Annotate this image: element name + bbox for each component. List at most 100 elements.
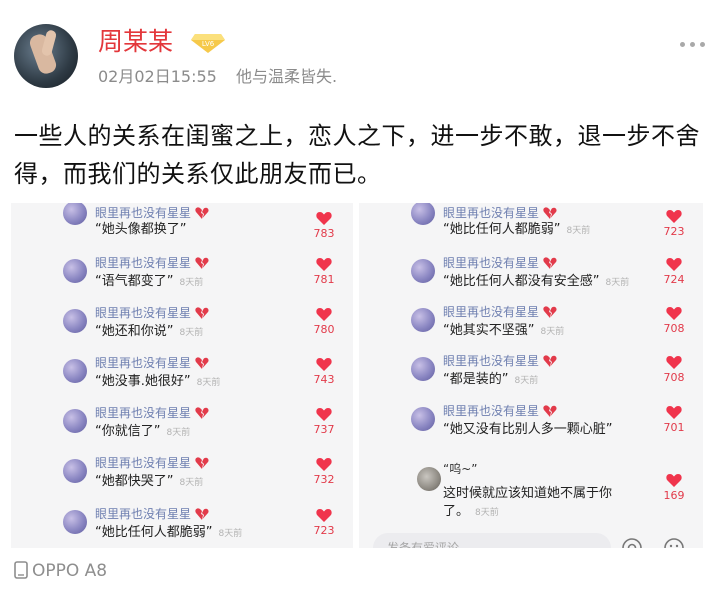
heart-icon [666, 474, 682, 487]
broken-heart-icon [195, 508, 209, 520]
heart-icon [316, 358, 332, 371]
comment-text: “她比任何人都脆弱” 8天前 [95, 525, 243, 540]
like-button[interactable]: 701 [659, 405, 689, 435]
post-source[interactable]: 他与温柔皆失. [236, 67, 337, 86]
broken-heart-icon [195, 257, 209, 269]
like-button[interactable]: 737 [309, 407, 339, 437]
emoji-icon[interactable] [663, 537, 685, 548]
commenter-avatar [63, 409, 87, 433]
commenter-avatar [411, 357, 435, 381]
commenter-name: 眼里再也没有星星 [443, 403, 557, 419]
comment-text: “她都快哭了” 8天前 [95, 474, 204, 489]
commenter-avatar [63, 359, 87, 383]
commenter-name: 眼里再也没有星星 [443, 255, 557, 271]
device-name: OPPO A8 [32, 561, 108, 581]
like-button[interactable]: 723 [309, 508, 339, 538]
like-button[interactable]: 780 [309, 307, 339, 337]
broken-heart-icon [195, 307, 209, 319]
commenter-name: “呜~” [443, 462, 478, 476]
list-item: 眼里再也没有星星 “都是装的” 8天前 708 [359, 351, 703, 399]
comment-text: “她比任何人都脆弱” 8天前 [443, 222, 591, 237]
vip-badge-text: LV6 [202, 40, 215, 48]
commenter-name: 眼里再也没有星星 [95, 355, 209, 371]
comment-screenshot-right[interactable]: 眼里再也没有星星 “她比任何人都脆弱” 8天前 723 眼里再也没有星星 “她比任… [359, 203, 703, 548]
comment-text: “她还和你说” 8天前 [95, 324, 204, 339]
at-icon[interactable] [621, 537, 643, 548]
comment-text: “都是装的” 8天前 [443, 372, 539, 387]
list-item: “呜~” 这时候就应该知道她不属于你 了。 8天前 169 [359, 457, 703, 527]
phone-icon [14, 561, 28, 579]
commenter-name: 眼里再也没有星星 [443, 205, 557, 221]
heart-icon [316, 308, 332, 321]
like-button[interactable]: 781 [309, 257, 339, 287]
like-button[interactable]: 169 [659, 473, 689, 503]
commenter-avatar [63, 510, 87, 534]
like-button[interactable]: 724 [659, 257, 689, 287]
commenter-avatar [411, 203, 435, 225]
post-content: 一些人的关系在闺蜜之上，恋人之下，进一步不敢，退一步不舍得，而我们的关系仅此朋友… [14, 122, 700, 188]
broken-heart-icon [195, 457, 209, 469]
heart-icon [666, 210, 682, 223]
heart-icon [666, 307, 682, 320]
heart-icon [666, 356, 682, 369]
username[interactable]: 周某某 [98, 27, 173, 57]
broken-heart-icon [543, 257, 557, 269]
broken-heart-icon [195, 207, 209, 219]
list-item: 眼里再也没有星星 “她都快哭了” 8天前 732 [11, 453, 353, 501]
comment-text: “你就信了” 8天前 [95, 424, 191, 439]
commenter-name: 眼里再也没有星星 [95, 305, 209, 321]
comment-text-line2: 了。 8天前 [443, 504, 499, 519]
reply-input[interactable]: 发条有爱评论 [373, 533, 611, 548]
heart-icon [666, 258, 682, 271]
broken-heart-icon [543, 355, 557, 367]
comment-text: “她其实不坚强” 8天前 [443, 323, 565, 338]
list-item: 眼里再也没有星星 “语气都变了” 8天前 781 [11, 253, 353, 301]
commenter-name: 眼里再也没有星星 [95, 205, 209, 221]
comment-text: “她没事.她很好” 8天前 [95, 374, 221, 389]
list-item: 眼里再也没有星星 “她其实不坚强” 8天前 708 [359, 302, 703, 350]
commenter-avatar [411, 259, 435, 283]
list-item: 眼里再也没有星星 “她还和你说” 8天前 780 [11, 303, 353, 351]
comment-text: “语气都变了” 8天前 [95, 274, 204, 289]
commenter-name: 眼里再也没有星星 [95, 506, 209, 522]
comment-text: 这时候就应该知道她不属于你 [443, 486, 613, 501]
commenter-name: 眼里再也没有星星 [95, 455, 209, 471]
broken-heart-icon [195, 407, 209, 419]
commenter-avatar [411, 407, 435, 431]
commenter-avatar [417, 467, 441, 491]
heart-icon [666, 406, 682, 419]
list-item: 眼里再也没有星星 “你就信了” 8天前 737 [11, 403, 353, 451]
post-meta: 02月02日15:55 他与温柔皆失. [98, 66, 337, 88]
like-button[interactable]: 708 [659, 306, 689, 336]
broken-heart-icon [543, 405, 557, 417]
broken-heart-icon [543, 306, 557, 318]
commenter-name: 眼里再也没有星星 [443, 353, 557, 369]
list-item: 眼里再也没有星星 “她又没有比别人多一颗心脏” 701 [359, 401, 703, 449]
heart-icon [316, 408, 332, 421]
heart-icon [316, 458, 332, 471]
commenter-avatar [63, 459, 87, 483]
list-item: 眼里再也没有星星 “她比任何人都脆弱” 8天前 723 [359, 203, 703, 251]
like-button[interactable]: 732 [309, 457, 339, 487]
like-button[interactable]: 708 [659, 355, 689, 385]
heart-icon [316, 509, 332, 522]
comment-text: “她又没有比别人多一颗心脏” [443, 422, 613, 437]
commenter-name: 眼里再也没有星星 [95, 255, 209, 271]
comment-text: “她头像都换了” [95, 222, 187, 237]
comment-screenshot-left[interactable]: 眼里再也没有星星 “她头像都换了” 783 眼里再也没有星星 “语气都变了” 8天… [11, 203, 353, 548]
heart-icon [316, 258, 332, 271]
commenter-name: 眼里再也没有星星 [95, 405, 209, 421]
device-source: OPPO A8 [14, 560, 107, 582]
vip-diamond-icon[interactable]: LV6 [191, 30, 225, 54]
avatar-hand-finger [40, 29, 58, 57]
like-button[interactable]: 783 [309, 211, 339, 241]
avatar[interactable] [14, 24, 78, 88]
like-button[interactable]: 743 [309, 357, 339, 387]
commenter-avatar [63, 309, 87, 333]
commenter-avatar [63, 203, 87, 225]
commenter-avatar [411, 308, 435, 332]
heart-icon [316, 212, 332, 225]
broken-heart-icon [543, 207, 557, 219]
more-dots-icon[interactable] [680, 40, 706, 50]
like-button[interactable]: 723 [659, 209, 689, 239]
